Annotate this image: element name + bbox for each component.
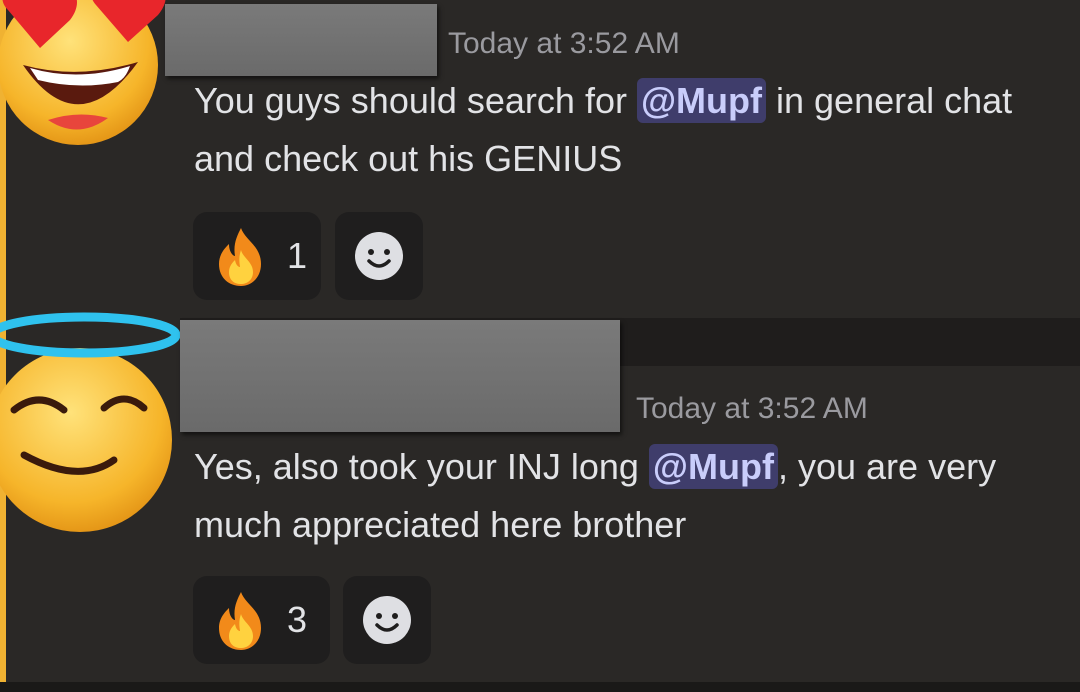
smiley-add-reaction-icon (363, 596, 411, 644)
fire-icon (219, 228, 261, 286)
reaction-count: 3 (287, 599, 308, 640)
avatar[interactable] (0, 310, 184, 540)
avatar[interactable] (0, 0, 178, 150)
message-text-part: Yes, also took your INJ long (194, 446, 649, 487)
halo-smile-emoji-icon (0, 312, 181, 532)
reaction-count: 1 (287, 235, 308, 276)
username-redacted[interactable] (165, 4, 437, 76)
add-reaction-button[interactable] (335, 212, 423, 300)
message-text: You guys should search for @Mupf in gene… (194, 72, 1054, 188)
message-text: Yes, also took your INJ long @Mupf, you … (194, 438, 1054, 554)
user-mention[interactable]: @Mupf (648, 444, 778, 489)
fire-icon (219, 592, 261, 650)
message-timestamp: Today at 3:52 AM (448, 27, 680, 60)
reaction-fire[interactable]: 3 (193, 576, 330, 664)
user-mention[interactable]: @Mupf (636, 78, 767, 123)
username-redacted[interactable] (180, 320, 620, 432)
message-text-part: You guys should search for (194, 80, 637, 121)
bottom-edge (0, 682, 1080, 692)
smiley-add-reaction-icon (355, 232, 403, 280)
heart-eyes-emoji-icon (0, 0, 166, 145)
reaction-fire[interactable]: 1 (193, 212, 321, 300)
add-reaction-button[interactable] (343, 576, 431, 664)
message-timestamp: Today at 3:52 AM (636, 392, 868, 425)
